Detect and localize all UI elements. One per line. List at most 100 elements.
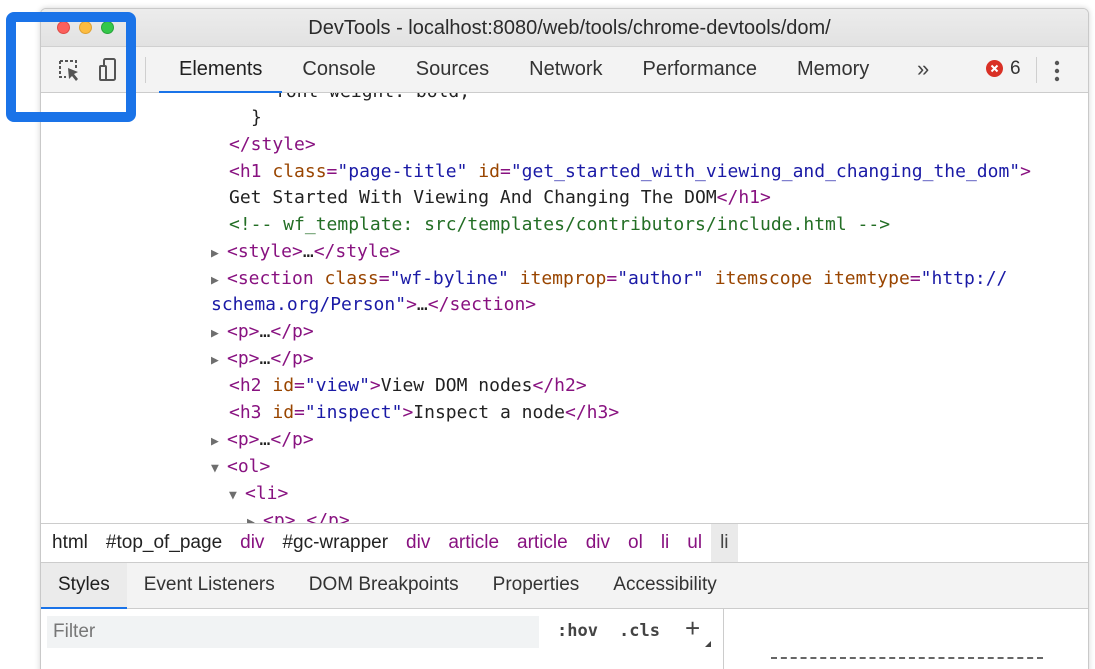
- tab-accessibility[interactable]: Accessibility: [596, 563, 733, 609]
- dom-node-ol[interactable]: ▼ <ol>: [211, 454, 270, 480]
- dom-node-p[interactable]: ▶ <p>…</p>: [211, 346, 314, 372]
- closing-tag: </section>: [427, 294, 537, 315]
- breadcrumb-item[interactable]: div: [397, 524, 439, 562]
- tab-styles[interactable]: Styles: [41, 563, 127, 609]
- styles-filter-bar: :hov .cls +: [41, 609, 1088, 669]
- rule-menu-corner-icon[interactable]: [705, 641, 711, 647]
- breadcrumb-item[interactable]: article: [508, 524, 577, 562]
- expand-arrow-icon[interactable]: ▶: [211, 268, 227, 294]
- class-toggle-button[interactable]: .cls: [619, 621, 660, 641]
- dom-node-h2[interactable]: <h2 id="view">View DOM nodes</h2>: [229, 373, 587, 399]
- breadcrumb-item[interactable]: div: [231, 524, 273, 562]
- dom-line[interactable]: font-weight: bold;: [275, 93, 470, 105]
- dom-node-h1[interactable]: <h1 class="page-title" id="get_started_w…: [229, 159, 1031, 185]
- attr-value: "author": [617, 268, 704, 289]
- open-tag: <ol>: [227, 456, 271, 477]
- tab-properties[interactable]: Properties: [476, 563, 597, 609]
- tab-sources[interactable]: Sources: [396, 47, 509, 93]
- collapsed-ellipsis[interactable]: …: [296, 510, 307, 523]
- attr-name: id: [272, 375, 295, 396]
- attr-value: "get_started_with_viewing_and_changing_t…: [510, 161, 1021, 182]
- open-tag: <p>: [263, 510, 296, 523]
- kebab-menu-icon[interactable]: [1054, 59, 1060, 83]
- closing-tag: </h1>: [716, 187, 771, 208]
- toolbar-divider-right: [1036, 57, 1037, 83]
- open-tag: <h1: [229, 161, 273, 182]
- breadcrumb-item[interactable]: html: [43, 524, 97, 562]
- collapsed-ellipsis[interactable]: …: [303, 241, 314, 262]
- collapsed-ellipsis[interactable]: …: [417, 294, 428, 315]
- tab-event-listeners[interactable]: Event Listeners: [127, 563, 292, 609]
- expand-arrow-icon[interactable]: ▶: [211, 348, 227, 374]
- dom-line[interactable]: }: [251, 105, 262, 131]
- sidebar-tabs: Styles Event Listeners DOM Breakpoints P…: [41, 563, 1088, 609]
- expand-arrow-icon[interactable]: ▶: [211, 241, 227, 267]
- highlight-box: [6, 12, 136, 122]
- dom-comment[interactable]: <!-- wf_template: src/templates/contribu…: [229, 212, 890, 238]
- comment-text: <!-- wf_template: src/templates/contribu…: [229, 214, 891, 235]
- attr-value: schema.org/Person": [211, 294, 407, 315]
- breadcrumb-item[interactable]: #top_of_page: [97, 524, 231, 562]
- open-tag: <p>: [227, 321, 260, 342]
- closing-tag: </h2>: [532, 375, 587, 396]
- open-tag: <h3: [229, 402, 273, 423]
- collapse-arrow-icon[interactable]: ▼: [229, 483, 245, 509]
- css-text: }: [251, 107, 262, 128]
- tab-network[interactable]: Network: [509, 47, 622, 93]
- dom-node-section[interactable]: ▶ <section class="wf-byline" itemprop="au…: [211, 266, 1007, 292]
- hover-state-button[interactable]: :hov: [557, 621, 598, 641]
- dom-line[interactable]: </style>: [229, 132, 316, 158]
- breadcrumb-item-current[interactable]: li: [711, 524, 738, 562]
- collapsed-ellipsis[interactable]: …: [260, 321, 271, 342]
- more-tabs-button[interactable]: »: [917, 47, 929, 93]
- expand-arrow-icon[interactable]: ▶: [211, 321, 227, 347]
- attr-value: "inspect": [304, 402, 403, 423]
- new-style-rule-button[interactable]: +: [685, 613, 700, 644]
- dom-line[interactable]: Get Started With Viewing And Changing Th…: [229, 185, 771, 211]
- attr-name: class: [324, 268, 379, 289]
- closing-tag: </p>: [270, 429, 314, 450]
- collapse-arrow-icon[interactable]: ▼: [211, 456, 227, 482]
- attr-name: class: [272, 161, 327, 182]
- text-node: Inspect a node: [413, 402, 565, 423]
- tab-elements[interactable]: Elements: [159, 47, 283, 93]
- pane-divider[interactable]: [723, 609, 724, 669]
- breadcrumb-item[interactable]: div: [577, 524, 619, 562]
- expand-arrow-icon[interactable]: ▶: [211, 429, 227, 455]
- dom-node-li[interactable]: ▼ <li>: [229, 481, 288, 507]
- tab-performance[interactable]: Performance: [623, 47, 778, 93]
- text-node: View DOM nodes: [380, 375, 533, 396]
- breadcrumb-item[interactable]: li: [652, 524, 678, 562]
- open-tag: <p>: [227, 348, 260, 369]
- tab-console[interactable]: Console: [282, 47, 395, 93]
- styles-filter-input[interactable]: [47, 616, 539, 648]
- collapsed-ellipsis[interactable]: …: [260, 348, 271, 369]
- expand-arrow-icon[interactable]: ▶: [247, 510, 263, 523]
- dom-node-p[interactable]: ▶ <p>…</p>: [211, 319, 314, 345]
- attr-name: itemscope: [714, 268, 813, 289]
- tab-memory[interactable]: Memory: [777, 47, 889, 93]
- dom-node-style[interactable]: ▶ <style>…</style>: [211, 239, 400, 265]
- panel-tabs: Elements Console Sources Network Perform…: [159, 47, 889, 93]
- attr-value: "view": [304, 375, 370, 396]
- dom-node-p[interactable]: ▶ <p>…</p>: [247, 508, 350, 523]
- attr-value: "http://: [920, 268, 1008, 289]
- dom-node-h3[interactable]: <h3 id="inspect">Inspect a node</h3>: [229, 400, 619, 426]
- dom-node-p[interactable]: ▶ <p>…</p>: [211, 427, 314, 453]
- error-count[interactable]: 6: [1010, 47, 1021, 91]
- breadcrumb: html #top_of_page div #gc-wrapper div ar…: [41, 523, 1088, 563]
- tab-dom-breakpoints[interactable]: DOM Breakpoints: [292, 563, 476, 609]
- error-icon[interactable]: [986, 60, 1003, 77]
- tag-end: >: [402, 402, 414, 423]
- collapsed-ellipsis[interactable]: …: [260, 429, 271, 450]
- open-tag: <h2: [229, 375, 273, 396]
- dom-line[interactable]: schema.org/Person">…</section>: [211, 292, 536, 318]
- breadcrumb-item[interactable]: #gc-wrapper: [273, 524, 397, 562]
- attr-name: itemprop: [519, 268, 607, 289]
- closing-tag: </p>: [270, 321, 314, 342]
- open-tag: <li>: [245, 483, 289, 504]
- breadcrumb-item[interactable]: ul: [678, 524, 711, 562]
- breadcrumb-item[interactable]: ol: [619, 524, 652, 562]
- closing-tag: </style>: [229, 134, 316, 155]
- breadcrumb-item[interactable]: article: [439, 524, 508, 562]
